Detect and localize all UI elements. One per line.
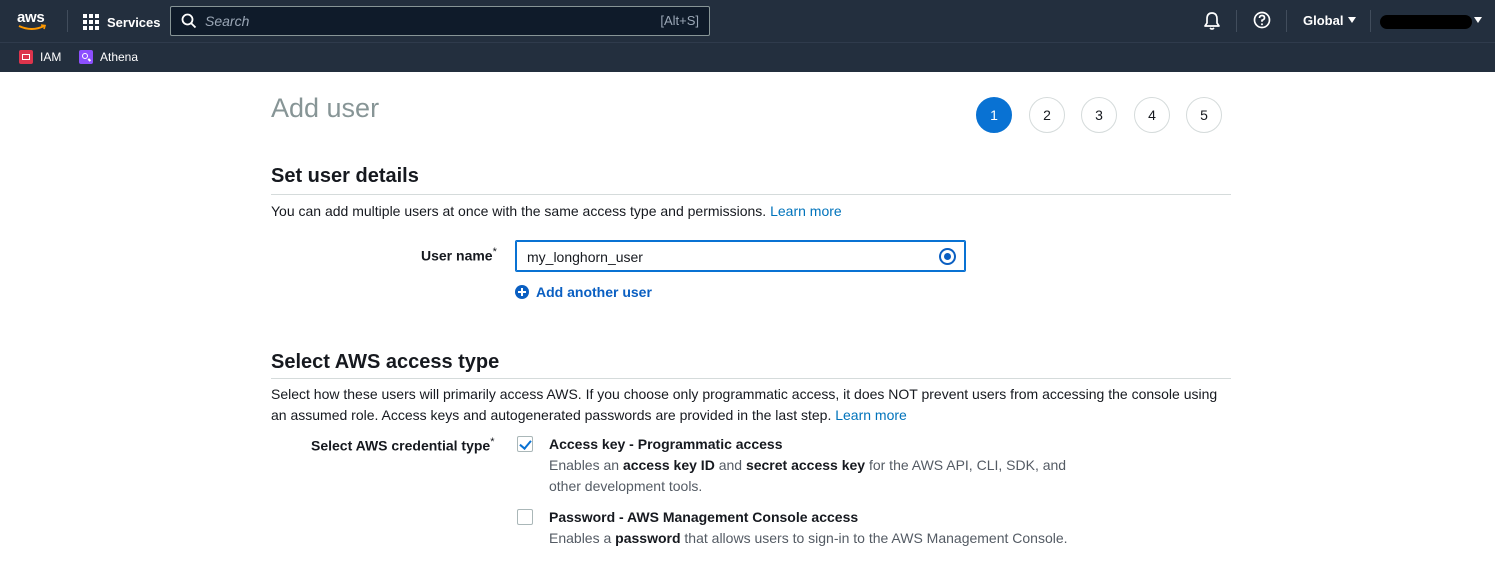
favorite-label: IAM (40, 50, 62, 64)
aws-smile-icon (18, 24, 47, 30)
access-key-option-description: Enables an access key ID and secret acce… (549, 457, 1067, 494)
help-icon[interactable] (1253, 11, 1271, 29)
bell-icon[interactable] (1203, 11, 1221, 31)
user-name-input[interactable] (527, 248, 927, 266)
services-menu-button[interactable]: Services (83, 12, 161, 32)
user-name-label: User name* (421, 246, 497, 264)
add-another-user-label: Add another user (536, 284, 652, 300)
grid-icon (83, 14, 99, 30)
nav-divider (1236, 10, 1237, 32)
search-shortcut-hint: [Alt+S] (660, 13, 699, 28)
search-icon (181, 13, 197, 29)
region-label: Global (1303, 13, 1344, 28)
password-manager-icon[interactable] (939, 248, 956, 265)
section-divider (271, 194, 1231, 195)
password-option-title: Password - AWS Management Console access (549, 509, 859, 525)
top-navigation: aws Services [Alt+S] Global (0, 0, 1495, 42)
password-checkbox[interactable] (517, 509, 533, 525)
search-input[interactable] (205, 12, 625, 30)
step-3[interactable]: 3 (1081, 97, 1117, 133)
nav-divider (1286, 10, 1287, 32)
credential-type-label: Select AWS credential type* (311, 436, 495, 454)
search-bar[interactable]: [Alt+S] (170, 6, 710, 36)
services-label: Services (107, 14, 161, 30)
access-key-checkbox[interactable] (517, 436, 533, 452)
iam-icon (19, 50, 33, 64)
athena-icon (79, 50, 93, 64)
step-2[interactable]: 2 (1029, 97, 1065, 133)
step-5[interactable]: 5 (1186, 97, 1222, 133)
section-divider (271, 378, 1231, 379)
step-1[interactable]: 1 (976, 97, 1012, 133)
favorite-athena[interactable]: Athena (79, 50, 138, 64)
caret-down-icon[interactable] (1474, 17, 1482, 23)
nav-divider (1370, 10, 1371, 32)
page-title: Add user (271, 93, 380, 123)
region-selector[interactable]: Global (1303, 13, 1357, 28)
section-title-access-type: Select AWS access type (271, 351, 500, 373)
favorites-bar: IAM Athena (0, 42, 1495, 72)
aws-logo[interactable]: aws (17, 9, 51, 33)
add-another-user-button[interactable]: Add another user (515, 284, 652, 300)
learn-more-link[interactable]: Learn more (770, 203, 842, 219)
section-title-user-details: Set user details (271, 165, 419, 187)
account-menu-redacted[interactable] (1380, 15, 1472, 29)
learn-more-link[interactable]: Learn more (835, 407, 907, 423)
step-4[interactable]: 4 (1134, 97, 1170, 133)
password-option-description: Enables a password that allows users to … (549, 530, 1068, 546)
favorite-iam[interactable]: IAM (19, 50, 61, 64)
access-key-option-title: Access key - Programmatic access (549, 436, 783, 452)
user-details-description: You can add multiple users at once with … (271, 201, 842, 222)
caret-down-icon (1348, 17, 1357, 23)
nav-divider (67, 10, 68, 32)
plus-circle-icon (515, 285, 529, 299)
user-name-field[interactable] (515, 240, 966, 272)
description-text: Select how these users will primarily ac… (271, 386, 1218, 423)
favorite-label: Athena (100, 50, 139, 64)
access-type-description: Select how these users will primarily ac… (271, 384, 1236, 426)
description-text: You can add multiple users at once with … (271, 203, 767, 219)
